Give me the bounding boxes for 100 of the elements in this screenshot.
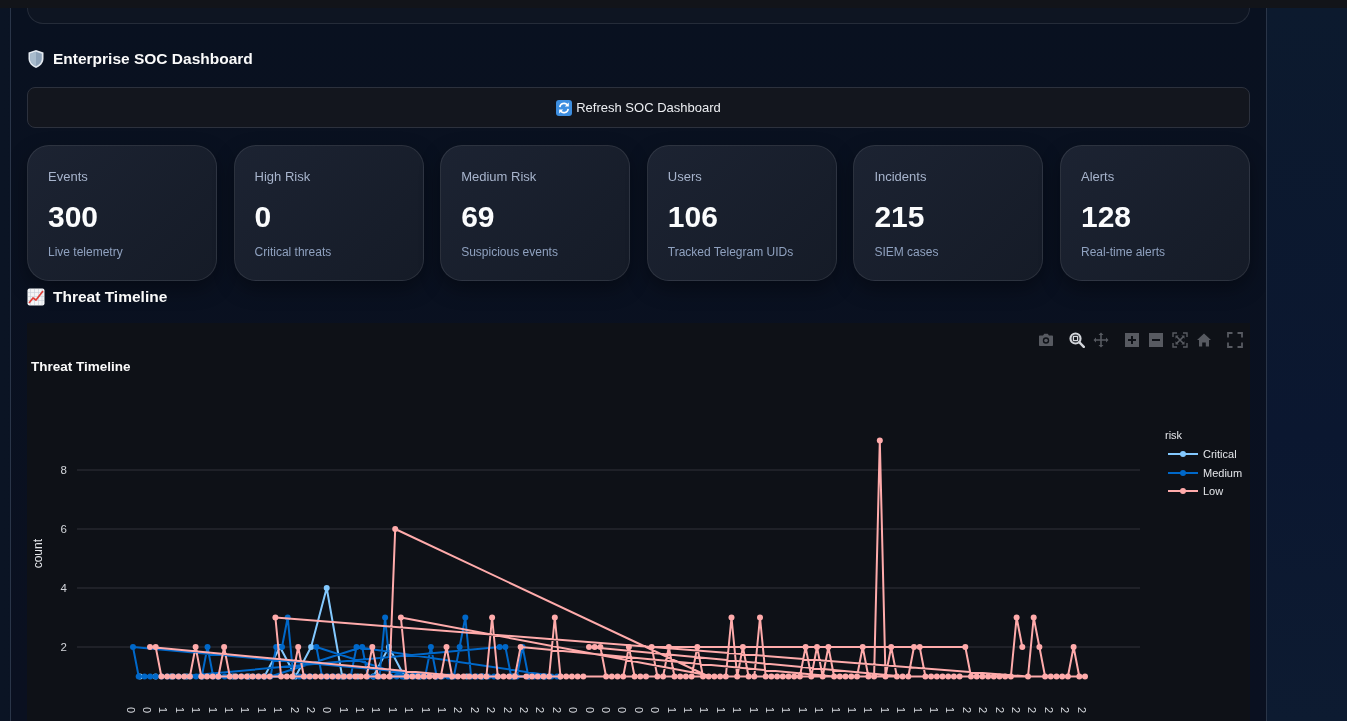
x-tick-label: 1: [926, 707, 940, 714]
y-tick-label: 6: [59, 522, 67, 536]
x-tick-label: 0: [631, 707, 645, 714]
x-tick-label: 1: [156, 707, 170, 714]
x-tick-label: 1: [943, 707, 957, 714]
x-tick-label: 1: [336, 707, 350, 714]
x-tick-label: 1: [254, 707, 268, 714]
x-tick-label: 1: [664, 707, 678, 714]
x-tick-label: 1: [385, 707, 399, 714]
x-tick-label: 2: [533, 707, 547, 714]
chart-icon: [27, 288, 45, 306]
x-tick-label: 1: [828, 707, 842, 714]
move-icon[interactable]: [1093, 332, 1109, 348]
x-tick-label: 1: [730, 707, 744, 714]
home-icon[interactable]: [1196, 332, 1212, 348]
y-tick-label: 2: [59, 640, 67, 654]
x-tick-label: 1: [221, 707, 235, 714]
x-tick-label: 1: [271, 707, 285, 714]
metric-label: High Risk: [254, 168, 311, 186]
x-tick-label: 1: [779, 707, 793, 714]
x-tick-label: 2: [1041, 707, 1055, 714]
metric-label: Users: [667, 168, 702, 186]
x-tick-label: 1: [172, 707, 186, 714]
x-tick-label: 1: [844, 707, 858, 714]
x-tick-label: 2: [1008, 707, 1022, 714]
metric-label: Medium Risk: [461, 168, 537, 186]
legend-title: risk: [1165, 428, 1183, 442]
x-tick-label: 0: [582, 707, 596, 714]
y-tick-label: 4: [59, 581, 67, 595]
y-axis-title: count: [31, 539, 45, 569]
metric-caption: Live telemetry: [48, 244, 123, 260]
metric-caption: Tracked Telegram UIDs: [667, 244, 794, 260]
refresh-button[interactable]: Refresh SOC Dashboard: [27, 87, 1250, 128]
x-tick-label: 0: [599, 707, 612, 714]
legend-label[interactable]: Low: [1203, 484, 1224, 499]
page-heading: Enterprise SOC Dashboard: [53, 50, 253, 68]
x-tick-label: 2: [992, 707, 1006, 714]
x-tick-label: 2: [1058, 707, 1072, 714]
camera-icon[interactable]: [1038, 332, 1054, 348]
magnifier-icon[interactable]: [1069, 332, 1085, 348]
metric-caption: Suspicious events: [461, 244, 558, 260]
x-tick-label: 1: [812, 707, 826, 714]
metric-label: Incidents: [874, 168, 927, 186]
metric-label: Alerts: [1081, 168, 1115, 186]
x-tick-label: 1: [681, 707, 694, 714]
x-tick-label: 1: [353, 707, 367, 714]
section-heading: Threat Timeline: [53, 288, 168, 306]
autoscale-icon[interactable]: [1172, 332, 1188, 348]
x-tick-label: 1: [418, 707, 432, 714]
metric-value: 215: [874, 201, 925, 233]
x-tick-label: 2: [303, 707, 317, 714]
x-tick-label: 2: [484, 707, 498, 714]
shield-icon: [27, 49, 45, 69]
x-tick-label: 1: [402, 707, 416, 714]
x-tick-label: 1: [877, 707, 891, 714]
x-tick-label: 1: [894, 707, 908, 714]
metric-value: 106: [667, 201, 718, 233]
x-tick-label: 1: [713, 707, 727, 714]
x-tick-label: 1: [189, 707, 203, 714]
metric-value: 69: [461, 201, 495, 233]
metric-value: 300: [48, 201, 99, 233]
x-tick-label: 2: [500, 707, 514, 714]
x-tick-label: 1: [763, 707, 776, 714]
metric-caption: SIEM cases: [874, 244, 939, 260]
metric-value: 0: [254, 201, 272, 233]
plus-icon[interactable]: [1124, 332, 1140, 348]
metric-label: Events: [48, 168, 88, 186]
x-tick-label: 0: [648, 707, 662, 714]
x-tick-label: 2: [517, 707, 530, 714]
x-tick-label: 0: [566, 707, 580, 714]
legend-label[interactable]: Medium: [1203, 465, 1243, 480]
metric-caption: Real-time alerts: [1081, 244, 1165, 260]
x-tick-label: 2: [467, 707, 481, 714]
x-tick-label: 0: [615, 707, 629, 714]
x-tick-label: 2: [549, 707, 563, 714]
metric-caption: Critical threats: [254, 244, 332, 260]
x-tick-label: 0: [123, 707, 137, 714]
x-tick-label: 1: [435, 707, 448, 714]
x-tick-label: 1: [746, 707, 760, 714]
chart-title: Threat Timeline: [31, 359, 131, 375]
metric-value: 128: [1081, 201, 1132, 233]
x-tick-label: 1: [861, 707, 875, 714]
x-tick-label: 1: [369, 707, 383, 714]
x-tick-label: 2: [451, 707, 465, 714]
fullscreen-icon[interactable]: [1227, 332, 1243, 348]
x-tick-label: 1: [795, 707, 809, 714]
x-tick-label: 1: [205, 707, 219, 714]
x-tick-label: 2: [976, 707, 990, 714]
y-tick-label: 8: [59, 463, 67, 477]
x-tick-label: 1: [697, 707, 711, 714]
x-tick-label: 1: [238, 707, 252, 714]
x-tick-label: 0: [139, 707, 153, 714]
legend-label[interactable]: Critical: [1203, 447, 1237, 461]
x-tick-label: 2: [1025, 707, 1039, 714]
minus-icon[interactable]: [1148, 332, 1164, 348]
x-tick-label: 1: [910, 707, 924, 714]
refresh-icon: [556, 99, 573, 116]
x-tick-label: 2: [287, 707, 301, 714]
x-tick-label: 2: [959, 707, 973, 714]
x-tick-label: 2: [1074, 707, 1088, 714]
